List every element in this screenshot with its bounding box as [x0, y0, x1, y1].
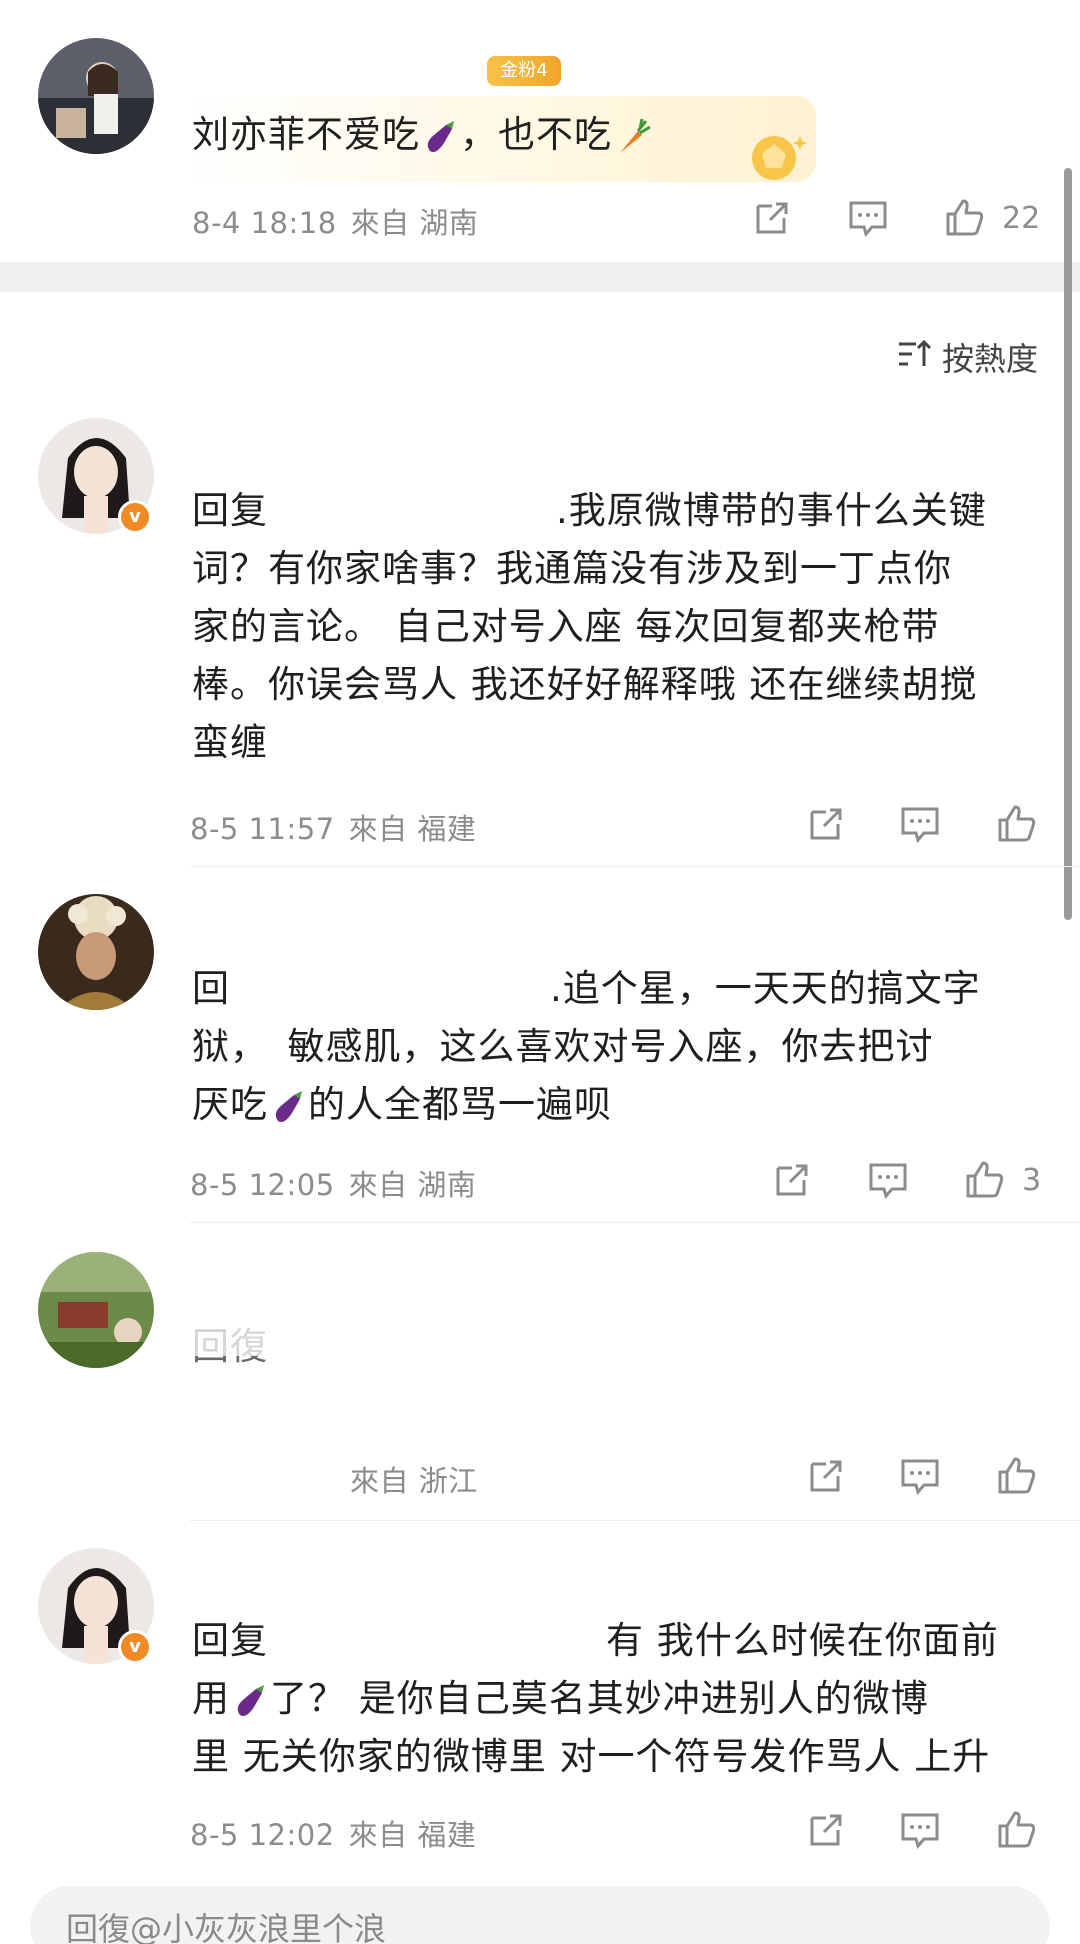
eggplant-emoji: [427, 120, 454, 152]
avatar-photo-icon: [38, 894, 154, 1010]
share-icon: [776, 1164, 808, 1196]
share-button[interactable]: [804, 1454, 848, 1498]
sort-icon: [899, 339, 932, 366]
comment-icon: [869, 1163, 907, 1200]
comment-icon: [901, 807, 939, 844]
comment-icon: [901, 1813, 939, 1850]
redaction: [186, 1316, 1066, 1356]
like-icon: [998, 1811, 1036, 1848]
sort-by-hot-button[interactable]: 按熱度: [942, 334, 1038, 380]
comment-meta: 8-5 11:57 來自 福建: [190, 812, 477, 846]
section-separator: [0, 262, 1080, 292]
comment-icon: [901, 1459, 939, 1496]
share-icon: [756, 202, 788, 234]
comment-button[interactable]: [898, 1808, 942, 1852]
comment-line: 回复 .我原微博带的事什么关键: [192, 489, 987, 532]
comment-icon: [849, 201, 887, 238]
comment-line: 厌吃 的人全都骂一遍呗: [192, 1083, 612, 1126]
comment-line: 回 .追个星，一天天的搞文字: [192, 967, 981, 1010]
share-button[interactable]: [804, 1808, 848, 1852]
reply-input-placeholder: 回復@小灰灰浪里个浪: [66, 1910, 387, 1944]
like-button[interactable]: [994, 802, 1038, 846]
like-button[interactable]: [962, 1158, 1006, 1202]
comment-line: 棒。你误会骂人 我还好好解释哦 还在继续胡搅: [192, 663, 978, 706]
comment-meta: 8-4 18:18 來自 湖南: [192, 206, 479, 240]
share-icon: [810, 808, 842, 840]
avatar[interactable]: [38, 894, 154, 1010]
share-button[interactable]: [750, 196, 794, 240]
avatar[interactable]: [38, 38, 154, 154]
share-icon: [810, 1460, 842, 1492]
like-count: 22: [1002, 201, 1041, 236]
comment-button[interactable]: [846, 196, 890, 240]
avatar[interactable]: [38, 1252, 154, 1368]
comment-meta: 8-5 12:05 來自 湖南: [190, 1168, 477, 1202]
eggplant-emoji: [237, 1684, 264, 1716]
verified-icon: v: [118, 500, 152, 534]
comment-meta: 8-5 12:02 來自 福建: [190, 1818, 477, 1852]
comment-meta: 來自 浙江: [350, 1464, 478, 1498]
like-icon: [966, 1161, 1004, 1198]
comment-button[interactable]: [866, 1158, 910, 1202]
verified-icon: v: [118, 1630, 152, 1664]
comment-line: 里 无关你家的微博里 对一个符号发作骂人 上升: [192, 1735, 991, 1778]
avatar-photo-icon: [38, 38, 154, 154]
comment-line: 蛮缠: [192, 721, 268, 764]
comment-button[interactable]: [898, 1454, 942, 1498]
carrot-emoji: [620, 118, 651, 153]
like-button[interactable]: [994, 1454, 1038, 1498]
like-icon: [946, 199, 984, 236]
comment-line: 家的言论。 自己对号入座 每次回复都夹枪带: [192, 605, 940, 648]
share-icon: [810, 1814, 842, 1846]
eggplant-emoji: [275, 1090, 302, 1122]
share-button[interactable]: [770, 1158, 814, 1202]
comment-line: 词？有你家啥事？我通篇没有涉及到一丁点你: [192, 547, 952, 590]
share-button[interactable]: [804, 802, 848, 846]
comment-divider: [190, 1520, 1080, 1521]
comment-button[interactable]: [898, 802, 942, 846]
comment-text: 刘亦菲不爱吃 ，也不吃: [192, 106, 652, 164]
comment-divider: [190, 1222, 1080, 1223]
comment-line: 用了？ 是你自己莫名其妙冲进别人的微博: [192, 1677, 929, 1720]
fan-level-badge: 金粉4: [487, 56, 561, 86]
avatar-photo-icon: [38, 1252, 154, 1368]
comment-line: 狱， 敏感肌，这么喜欢对号入座，你去把讨: [192, 1025, 934, 1068]
like-icon: [998, 805, 1036, 842]
comment-line: 回复有 我什么时候在你面前: [192, 1619, 999, 1662]
gold-fan-emblem-icon: [752, 136, 807, 180]
like-button[interactable]: [942, 196, 986, 240]
scrollbar[interactable]: [1064, 168, 1072, 920]
like-count: 3: [1022, 1163, 1042, 1198]
comment-page: 金粉4 刘亦菲不爱吃，也不吃 8-4 18:18來自 湖南 22 按熱度 v: [0, 0, 1080, 1944]
comment-divider: [190, 866, 1080, 867]
like-icon: [998, 1457, 1036, 1494]
like-button[interactable]: [994, 1808, 1038, 1852]
